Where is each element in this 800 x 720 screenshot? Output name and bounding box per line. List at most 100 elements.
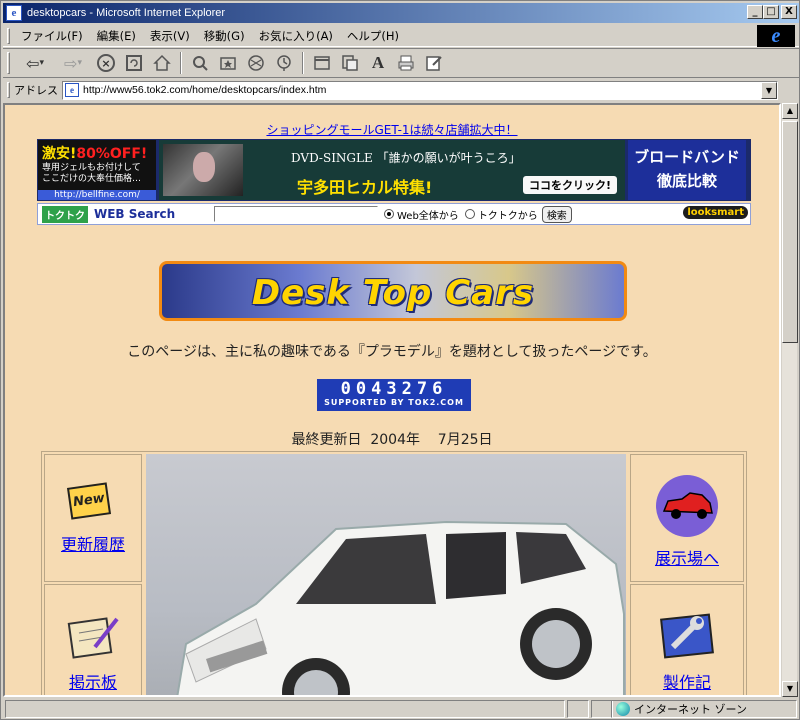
- web-search-bar: トクトク WEB Search Web全体から トクトクから 検索 looksm…: [37, 203, 751, 225]
- standard-toolbar: ⇦ ▾ ⇨ ▾ × A: [3, 48, 799, 78]
- window-icon: [314, 56, 330, 70]
- radio-web[interactable]: Web全体から: [384, 207, 459, 222]
- wrench-shape: [660, 613, 714, 659]
- edit-button[interactable]: [422, 51, 446, 75]
- status-pane: [567, 699, 589, 718]
- history-icon: [277, 55, 291, 71]
- address-input[interactable]: e http://www56.tok2.com/home/desktopcars…: [62, 80, 778, 100]
- print-icon: [398, 55, 414, 71]
- favorites-button[interactable]: [216, 51, 240, 75]
- close-button[interactable]: X: [781, 5, 797, 19]
- radio-web-label: Web全体から: [397, 210, 459, 222]
- search-icon: [193, 56, 208, 71]
- menu-view[interactable]: 表示(V): [143, 28, 197, 44]
- back-dropdown-icon[interactable]: ▾: [39, 58, 44, 68]
- refresh-button[interactable]: [122, 51, 146, 75]
- radio-web-control[interactable]: [384, 209, 394, 219]
- menu-go[interactable]: 移動(G): [197, 28, 252, 44]
- ad-discount[interactable]: 激安!80%OFF! 専用ジェルもお付けして ここだけの大奉仕価格… http:…: [38, 140, 156, 200]
- promo-link[interactable]: ショッピングモールGET-1は続々店舗拡大中！: [5, 121, 779, 138]
- wrench-icon: [659, 611, 715, 661]
- toolbar-grip[interactable]: [7, 82, 10, 98]
- mail-icon: [342, 55, 358, 71]
- ad-discount-body: 専用ジェルもお付けして ここだけの大奉仕価格…: [42, 163, 142, 184]
- favorites-icon: [220, 57, 236, 70]
- forward-dropdown-icon[interactable]: ▾: [77, 58, 82, 68]
- new-badge-text: New: [66, 482, 112, 520]
- back-arrow-icon: ⇦: [26, 53, 40, 73]
- toolbar-separator: [180, 52, 182, 74]
- window-title: desktopcars - Microsoft Internet Explore…: [27, 7, 226, 19]
- nav-link-bbs[interactable]: 掲示板: [69, 669, 117, 693]
- scroll-up-button[interactable]: ▲: [782, 103, 798, 119]
- page-icon: e: [65, 83, 79, 97]
- looksmart-logo[interactable]: looksmart: [683, 206, 748, 219]
- radio-site-control[interactable]: [464, 209, 475, 219]
- nav-link-making[interactable]: 製作記: [663, 669, 711, 693]
- status-pane: [591, 699, 613, 718]
- site-banner: Desk Top Cars: [159, 261, 627, 321]
- ie-logo-icon: e: [757, 25, 795, 47]
- address-url[interactable]: http://www56.tok2.com/home/desktopcars/i…: [83, 84, 326, 96]
- forward-arrow-icon: ⇨: [64, 53, 78, 73]
- zone-label: インターネット ゾーン: [634, 703, 747, 716]
- browser-window: e desktopcars - Microsoft Internet Explo…: [0, 0, 800, 720]
- nav-cell-making[interactable]: 製作記: [630, 584, 744, 695]
- access-counter[interactable]: 0043276 SUPPORTED BY TOK2.COM: [317, 379, 471, 411]
- banner-title: Desk Top Cars: [251, 273, 535, 313]
- search-button[interactable]: [188, 51, 212, 75]
- media-button[interactable]: [244, 51, 268, 75]
- font-icon: A: [371, 53, 385, 72]
- ie-page-icon: e: [6, 5, 22, 21]
- intro-text: このページは、主に私の趣味である『プラモデル』を題材として扱ったページです。: [127, 344, 657, 360]
- radio-site[interactable]: トクトクから: [464, 207, 538, 222]
- scroll-thumb[interactable]: [782, 121, 798, 343]
- ad-dvd-cta: ココをクリック!: [522, 176, 617, 194]
- nav-cell-showroom[interactable]: 展示場へ: [630, 454, 744, 582]
- print-button[interactable]: [394, 51, 418, 75]
- counter-supported: SUPPORTED BY TOK2.COM: [324, 398, 464, 407]
- page-viewport: ショッピングモールGET-1は続々店舗拡大中！ 激安!80%OFF! 専用ジェル…: [3, 103, 781, 697]
- fullscreen-button[interactable]: [310, 51, 334, 75]
- search-input[interactable]: [214, 206, 378, 222]
- toolbar-separator: [302, 52, 304, 74]
- history-button[interactable]: [272, 51, 296, 75]
- toolbar-grip[interactable]: [7, 52, 10, 74]
- title-bar[interactable]: e desktopcars - Microsoft Internet Explo…: [3, 3, 799, 23]
- font-size-button[interactable]: A: [366, 51, 390, 75]
- security-zone[interactable]: インターネット ゾーン: [611, 700, 797, 718]
- ad-discount-headline-a: 激安!: [42, 146, 77, 162]
- vertical-scrollbar[interactable]: ▲ ▼: [781, 103, 798, 697]
- media-icon: [248, 55, 264, 71]
- address-dropdown-button[interactable]: ▼: [761, 81, 777, 99]
- ad-broadband[interactable]: ブロードバンド 徹底比較: [628, 140, 746, 200]
- forward-button[interactable]: ⇨ ▾: [56, 51, 90, 75]
- menu-edit[interactable]: 編集(E): [90, 28, 143, 44]
- menu-favorites[interactable]: お気に入り(A): [252, 28, 340, 44]
- menu-bar: ファイル(F) 編集(E) 表示(V) 移動(G) お気に入り(A) ヘルプ(H…: [3, 25, 799, 47]
- car-icon-shape: [662, 492, 713, 519]
- ad-discount-headline: 激安!80%OFF!: [38, 140, 156, 163]
- search-logo: トクトク: [42, 205, 88, 223]
- nav-link-history[interactable]: 更新履歴: [61, 531, 125, 555]
- globe-icon: [616, 702, 630, 716]
- stop-button[interactable]: ×: [94, 51, 118, 75]
- nav-cell-bbs[interactable]: 掲示板: [44, 584, 142, 695]
- mail-button[interactable]: [338, 51, 362, 75]
- minimize-button[interactable]: _: [747, 5, 763, 19]
- toolbar-grip[interactable]: [7, 27, 10, 44]
- maximize-button[interactable]: □: [763, 5, 779, 19]
- status-bar: インターネット ゾーン: [3, 698, 799, 719]
- nav-cell-history[interactable]: New 更新履歴: [44, 454, 142, 582]
- search-submit-button[interactable]: 検索: [541, 205, 572, 223]
- menu-file[interactable]: ファイル(F): [14, 28, 90, 44]
- counter-digits: 0043276: [340, 379, 448, 399]
- scroll-down-button[interactable]: ▼: [782, 681, 798, 697]
- home-button[interactable]: [150, 51, 174, 75]
- ad-dvd[interactable]: DVD-SINGLE 「誰かの願いが叶うころ」 宇多田ヒカル特集! ココをクリッ…: [159, 140, 625, 200]
- nav-link-showroom[interactable]: 展示場へ: [655, 545, 719, 569]
- ad-dvd-feature: 宇多田ヒカル特集!: [297, 178, 433, 197]
- menu-help[interactable]: ヘルプ(H): [340, 28, 406, 44]
- back-button[interactable]: ⇦ ▾: [18, 51, 52, 75]
- address-bar: アドレス e http://www56.tok2.com/home/deskto…: [3, 79, 799, 101]
